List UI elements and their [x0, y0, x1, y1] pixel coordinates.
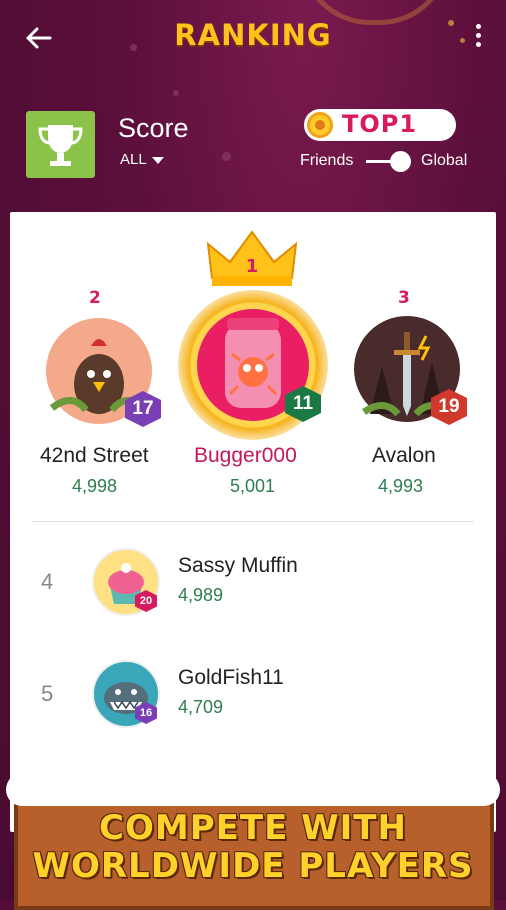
filter-dropdown[interactable]: ALL — [120, 151, 164, 168]
filter-value: ALL — [120, 151, 147, 168]
banner-line-2: WORLDWIDE PLAYERS — [32, 846, 474, 886]
podium-score-1: 5,001 — [230, 476, 276, 496]
list-score: 4,989 — [178, 585, 224, 605]
trophy-tile — [26, 111, 95, 178]
podium-rank-3: 3 — [398, 288, 410, 308]
crown-icon: 1 — [206, 230, 298, 286]
divider — [32, 521, 474, 522]
star-dot — [222, 152, 231, 161]
toggle-label-global: Global — [421, 152, 468, 169]
podium-name-2: 42nd Street — [40, 444, 149, 467]
list-name: Sassy Muffin — [178, 554, 298, 577]
snow-cap — [6, 772, 500, 806]
scope-toggle[interactable]: Friends Global — [300, 151, 480, 173]
toggle-label-friends: Friends — [300, 152, 354, 169]
top-rank-label: TOP1 — [342, 110, 418, 138]
toggle-knob[interactable] — [390, 151, 411, 172]
list-name: GoldFish11 — [178, 666, 284, 689]
podium-rank-2: 2 — [89, 288, 101, 308]
star-dot — [173, 90, 179, 96]
banner-line-1: COMPETE WITH — [99, 808, 407, 848]
list-score: 4,709 — [178, 697, 224, 717]
trophy-icon — [38, 125, 83, 166]
podium-name-1: Bugger000 — [194, 444, 297, 467]
caret-down-icon — [151, 156, 164, 164]
page-title: RANKING — [174, 18, 332, 52]
leaderboard-panel: 2 17 42nd Street 4,998 1 11 Bugger000 5,… — [10, 212, 496, 832]
promo-banner: COMPETE WITH WORLDWIDE PLAYERS — [6, 768, 500, 910]
sunflower-icon — [307, 112, 333, 138]
podium-rank-1: 1 — [246, 256, 259, 277]
podium-score-3: 4,993 — [378, 476, 424, 496]
list-item[interactable]: 4 20 Sassy Muffin 4,989 — [10, 548, 496, 628]
more-options-icon[interactable] — [472, 24, 484, 52]
podium-name-3: Avalon — [372, 444, 436, 467]
list-rank: 5 — [41, 681, 54, 706]
list-item[interactable]: 5 16 GoldFish11 4,709 — [10, 660, 496, 740]
list-rank: 4 — [41, 569, 54, 594]
podium-score-2: 4,998 — [72, 476, 118, 496]
score-title: Score — [118, 113, 189, 143]
top-rank-badge: TOP1 — [304, 109, 456, 141]
